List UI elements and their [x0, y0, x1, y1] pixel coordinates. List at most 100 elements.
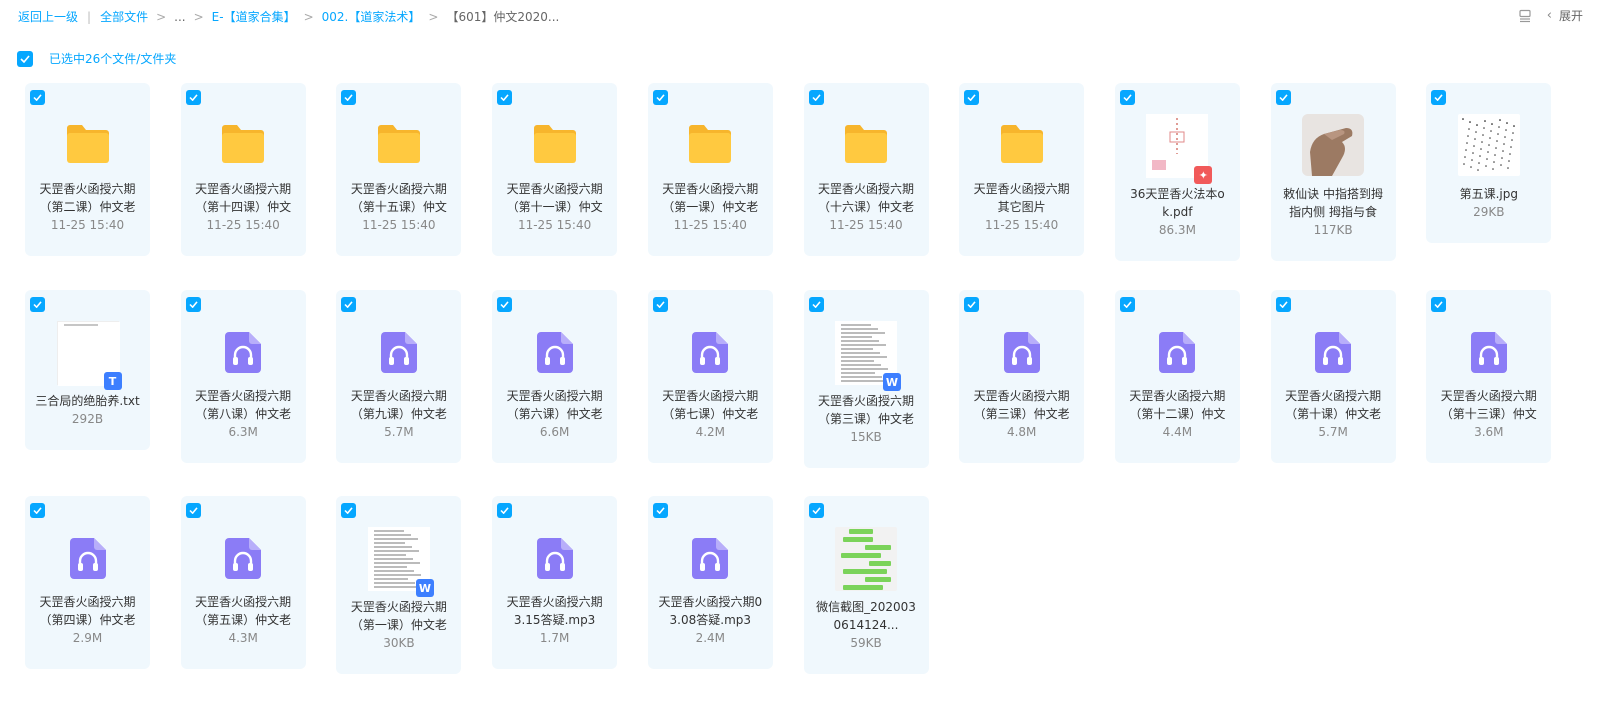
file-checkbox[interactable] [341, 90, 357, 105]
audio-file-icon [648, 330, 773, 374]
file-card[interactable]: W 天罡香火函授六期 （第一课）仲文老 30KB [336, 496, 462, 674]
selection-bar: 已选中26个文件/文件夹 [17, 50, 176, 67]
file-card[interactable]: 天罡香火函授六期 （第十五课）仲文 11-25 15:40 [336, 83, 462, 256]
file-card[interactable]: 天罡香火函授六期 （第四课）仲文老 2.9M [25, 496, 150, 669]
file-name: 天罡香火函授六期 （第一课）仲文老 [342, 598, 455, 634]
file-name: 天罡香火函授六期 （第十二课）仲文 [1121, 387, 1234, 423]
file-card[interactable]: 微信截图_202003 0614124... 59KB [803, 496, 929, 674]
header-actions: ‹ 展开 [1517, 7, 1583, 24]
file-checkbox[interactable] [1431, 90, 1447, 105]
file-checkbox[interactable] [652, 503, 668, 518]
file-name: 天罡香火函授六期 （第五课）仲文老 [187, 593, 300, 629]
file-name-line2: （第三课）仲文老 [817, 412, 914, 426]
file-name: 天罡香火函授六期 （第十一课）仲文 [498, 180, 611, 216]
file-name-line2: 3.15答疑.mp3 [513, 613, 596, 627]
word-badge-icon: W [883, 373, 901, 391]
file-name-line1: 天罡香火函授六期 [195, 389, 292, 403]
file-checkbox[interactable] [30, 297, 45, 312]
folder-icon [181, 122, 306, 166]
file-name: 敕仙诀 中指搭到拇 指内侧 拇指与食 [1277, 185, 1390, 221]
breadcrumb-level2[interactable]: 002.【道家法术】 [322, 8, 421, 25]
file-name-line1: 天罡香火函授六期 [195, 182, 292, 196]
file-name-line1: 天罡香火函授六期 [350, 389, 447, 403]
file-card[interactable]: 第五课.jpg 29KB [1426, 83, 1552, 243]
file-checkbox[interactable] [185, 297, 201, 312]
file-size: 4.4M [1162, 425, 1193, 439]
select-all-checkbox[interactable] [17, 50, 33, 67]
file-checkbox[interactable] [185, 503, 201, 518]
file-name: 天罡香火函授六期0 3.08答疑.mp3 [654, 593, 767, 629]
file-name: 第五课.jpg [1432, 185, 1545, 203]
file-size: 6.6M [539, 425, 570, 439]
file-card[interactable]: 天罡香火函授六期 3.15答疑.mp3 1.7M [492, 496, 618, 669]
file-checkbox[interactable] [185, 90, 201, 105]
file-size: 30KB [383, 636, 415, 650]
file-checkbox[interactable] [30, 503, 45, 518]
file-checkbox[interactable] [808, 90, 824, 105]
file-checkbox[interactable] [497, 90, 513, 105]
file-card[interactable]: 天罡香火函授六期 （第十三课）仲文 3.6M [1426, 290, 1552, 463]
file-checkbox[interactable] [652, 297, 668, 312]
list-view-icon[interactable] [1517, 8, 1533, 24]
file-card[interactable]: 天罡香火函授六期 其它图片 11-25 15:40 [959, 83, 1085, 256]
file-name-line1: 天罡香火函授六期 [973, 389, 1070, 403]
file-name: 天罡香火函授六期 （第四课）仲文老 [31, 593, 144, 629]
file-checkbox[interactable] [808, 297, 824, 312]
file-name: 天罡香火函授六期 （第六课）仲文老 [498, 387, 611, 423]
file-card[interactable]: 天罡香火函授六期 （第三课）仲文老 4.8M [959, 290, 1085, 463]
file-checkbox[interactable] [1119, 297, 1135, 312]
file-card[interactable]: 天罡香火函授六期 （第八课）仲文老 6.3M [180, 290, 306, 463]
file-card[interactable]: 天罡香火函授六期 （第一课）仲文老 11-25 15:40 [647, 83, 773, 256]
file-checkbox[interactable] [30, 90, 45, 105]
file-card[interactable]: 天罡香火函授六期0 3.08答疑.mp3 2.4M [647, 496, 773, 669]
file-card[interactable]: 天罡香火函授六期 （第九课）仲文老 5.7M [336, 290, 462, 463]
file-checkbox[interactable] [341, 503, 357, 518]
file-card[interactable]: 天罡香火函授六期 （第二课）仲文老 11-25 15:40 [25, 83, 150, 256]
file-card[interactable]: 天罡香火函授六期 （第十四课）仲文 11-25 15:40 [180, 83, 306, 256]
txt-thumbnail: T [25, 321, 150, 390]
file-modified-time: 11-25 15:40 [829, 218, 903, 232]
breadcrumb-current: 【601】仲文2020... [446, 10, 560, 24]
file-size: 2.4M [695, 631, 726, 645]
file-checkbox[interactable] [1431, 297, 1447, 312]
file-card[interactable]: 天罡香火函授六期 （第五课）仲文老 4.3M [180, 496, 306, 669]
expand-button[interactable]: ‹ 展开 [1547, 7, 1583, 24]
file-checkbox[interactable] [1119, 90, 1135, 105]
file-checkbox[interactable] [808, 503, 824, 518]
file-size: 292B [71, 412, 104, 426]
back-link[interactable]: 返回上一级 [18, 8, 78, 25]
file-card[interactable]: 天罡香火函授六期 （第十一课）仲文 11-25 15:40 [492, 83, 618, 256]
file-checkbox[interactable] [1275, 90, 1291, 105]
file-name: 天罡香火函授六期 （第一课）仲文老 [654, 180, 767, 216]
file-card[interactable]: W 天罡香火函授六期 （第三课）仲文老 15KB [803, 290, 929, 468]
screenshot-thumbnail [804, 527, 929, 591]
file-modified-time: 11-25 15:40 [673, 218, 747, 232]
file-name: 天罡香火函授六期 其它图片 [965, 180, 1078, 216]
file-card[interactable]: 天罡香火函授六期 （十六课）仲文老 11-25 15:40 [803, 83, 929, 256]
audio-file-icon [25, 536, 150, 580]
file-checkbox[interactable] [964, 297, 980, 312]
file-checkbox[interactable] [341, 297, 357, 312]
word-doc-thumbnail: W [804, 321, 929, 391]
file-card[interactable]: 天罡香火函授六期 （第七课）仲文老 4.2M [647, 290, 773, 463]
file-checkbox[interactable] [964, 90, 980, 105]
file-checkbox[interactable] [497, 503, 513, 518]
file-card[interactable]: T 三合局的绝胎养.txt 292B [25, 290, 150, 450]
breadcrumb-all-files[interactable]: 全部文件 [100, 8, 148, 25]
breadcrumb-level1[interactable]: E-【道家合集】 [212, 8, 296, 25]
file-modified-time: 11-25 15:40 [362, 218, 436, 232]
file-checkbox[interactable] [652, 90, 668, 105]
file-card[interactable]: 天罡香火函授六期 （第十课）仲文老 5.7M [1270, 290, 1396, 463]
file-checkbox[interactable] [497, 297, 513, 312]
file-card[interactable]: ✦ 36天罡香火法本o k.pdf 86.3M [1114, 83, 1240, 261]
file-name: 天罡香火函授六期 （第九课）仲文老 [342, 387, 455, 423]
image-thumbnail [1426, 114, 1551, 176]
file-card[interactable]: 天罡香火函授六期 （第十二课）仲文 4.4M [1114, 290, 1240, 463]
file-name: 天罡香火函授六期 （第十四课）仲文 [187, 180, 300, 216]
file-checkbox[interactable] [1275, 297, 1291, 312]
file-card[interactable]: 敕仙诀 中指搭到拇 指内侧 拇指与食 117KB [1270, 83, 1396, 261]
breadcrumb-ellipsis[interactable]: ... [174, 10, 185, 24]
file-card[interactable]: 天罡香火函授六期 （第六课）仲文老 6.6M [492, 290, 618, 463]
txt-badge-icon: T [103, 372, 122, 390]
word-doc-thumbnail: W [336, 527, 461, 597]
